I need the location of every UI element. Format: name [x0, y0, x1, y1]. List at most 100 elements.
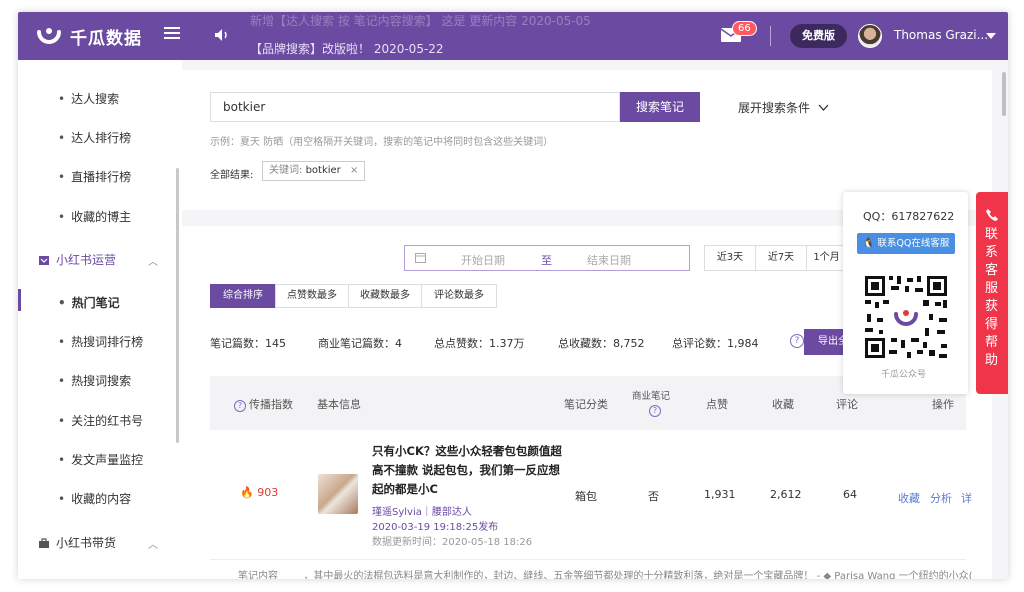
- notice-ticker[interactable]: 新增【达人搜索 按 笔记内容搜索】 这是 更新内容 2020-05-05 【品牌…: [250, 12, 591, 58]
- column-category: 笔记分类: [564, 398, 608, 411]
- qq-contact-popover: QQ：617827622 🐧 联系QQ在线客服 千瓜公众号: [843, 192, 968, 394]
- sidebar-item-followed-accounts[interactable]: 关注的红书号: [58, 412, 143, 429]
- sidebar-group-xhs-ops[interactable]: 小红书运营: [38, 251, 116, 268]
- chevron-down-icon[interactable]: [986, 33, 996, 39]
- qq-number: QQ：617827622: [863, 210, 955, 223]
- keyword-tag-value: botkier: [305, 165, 341, 176]
- stat-total-collects: 总收藏数：8,752: [558, 337, 645, 350]
- note-content-label: 笔记内容: [238, 571, 278, 579]
- notice-line: 新增【达人搜索 按 笔记内容搜索】 这是 更新内容 2020-05-05: [250, 14, 591, 28]
- sidebar: 达人搜索 达人排行榜 直播排行榜 收藏的博主 小红书运营 ︿ 热门笔记 热搜词排…: [18, 60, 182, 579]
- bag-icon: [39, 537, 49, 548]
- detail-link[interactable]: 详: [961, 490, 972, 506]
- note-category: 箱包: [575, 490, 597, 503]
- column-comments[interactable]: 评论: [836, 396, 858, 412]
- stat-total-comments: 总评论数：1,984: [672, 337, 759, 350]
- sidebar-item-saved-bloggers[interactable]: 收藏的博主: [58, 208, 131, 225]
- note-content-row: 笔记内容 ，其中最火的法棍包选料是意大利制作的，封边、缝线、五金等细节都处理的十…: [238, 567, 973, 579]
- column-commercial: 商业笔记: [632, 391, 671, 402]
- chevron-up-icon[interactable]: ︿: [148, 536, 158, 551]
- menu-toggle-icon[interactable]: [164, 27, 180, 43]
- sidebar-item-talent-search[interactable]: 达人搜索: [58, 90, 119, 107]
- quick-range-7d-button[interactable]: 近7天: [755, 245, 807, 271]
- sort-tab-most-comments[interactable]: 评论数最多: [421, 284, 497, 308]
- top-bar: 千瓜数据 新增【达人搜索 按 笔记内容搜索】 这是 更新内容 2020-05-0…: [18, 12, 1008, 60]
- qr-code-icon: [863, 274, 949, 360]
- stat-note-count: 笔记篇数：145: [210, 337, 286, 350]
- divider: [770, 26, 771, 46]
- qq-support-button[interactable]: 🐧 联系QQ在线客服: [857, 233, 955, 254]
- sidebar-item-hot-notes[interactable]: 热门笔记: [58, 294, 120, 311]
- help-icon[interactable]: ?: [234, 400, 246, 412]
- logo[interactable]: 千瓜数据: [36, 23, 142, 49]
- app-name: 千瓜数据: [70, 28, 142, 49]
- search-input[interactable]: botkier: [210, 92, 620, 122]
- quick-range-3d-button[interactable]: 近3天: [704, 245, 756, 271]
- fire-icon: 🔥: [240, 486, 254, 499]
- contact-support-tab[interactable]: 联系客服获得帮助: [976, 192, 1008, 394]
- logo-icon: [37, 28, 61, 44]
- note-publish-date: 2020-03-19 19:18:25发布: [372, 522, 499, 533]
- search-hint: 示例：夏天 防晒（用空格隔开关键词，搜索的笔记中将同时包含这些关键词）: [210, 137, 554, 148]
- stat-total-likes: 总点赞数：1.37万: [434, 337, 525, 350]
- note-comments: 64: [843, 488, 857, 501]
- chevron-down-icon: [818, 104, 829, 111]
- close-icon[interactable]: ×: [350, 165, 358, 176]
- keyword-tag: 关键词: botkier ×: [262, 161, 366, 181]
- keyword-tag-prefix: 关键词:: [269, 165, 306, 176]
- expand-filters-label: 展开搜索条件: [738, 101, 811, 115]
- mail-badge: 66: [732, 21, 757, 36]
- avatar[interactable]: [858, 24, 882, 48]
- sort-tab-most-likes[interactable]: 点赞数最多: [275, 284, 349, 308]
- expand-filters-toggle[interactable]: 展开搜索条件: [738, 99, 829, 116]
- end-date-input[interactable]: 结束日期: [587, 252, 631, 268]
- quick-range-1m-button[interactable]: 1个月: [806, 245, 846, 271]
- contact-support-label: 联系客服获得帮助: [985, 227, 999, 368]
- date-separator: 至: [541, 254, 552, 267]
- note-thumbnail[interactable]: [318, 474, 358, 514]
- column-collects[interactable]: 收藏: [772, 396, 794, 412]
- column-likes[interactable]: 点赞: [706, 396, 728, 412]
- note-content-preview: ，其中最火的法棍包选料是意大利制作的，封边、缝线、五金等细节都处理的十分精致利落…: [303, 571, 973, 579]
- app-window: 千瓜数据 新增【达人搜索 按 笔记内容搜索】 这是 更新内容 2020-05-0…: [18, 12, 1008, 579]
- notice-line: 【品牌搜索】改版啦！ 2020-05-22: [250, 42, 444, 56]
- main-scrollbar[interactable]: [1002, 72, 1006, 116]
- sort-tab-most-collects[interactable]: 收藏数最多: [348, 284, 422, 308]
- active-indicator: [18, 289, 21, 311]
- username[interactable]: Thomas Grazi...: [894, 28, 988, 42]
- sidebar-group-label: 小红书运营: [56, 253, 117, 267]
- note-collects: 2,612: [770, 488, 802, 501]
- spread-index-value: 🔥 903: [240, 486, 278, 499]
- sidebar-item-hot-keyword-search[interactable]: 热搜词搜索: [58, 372, 131, 389]
- sidebar-group-xhs-commerce[interactable]: 小红书带货: [38, 534, 116, 551]
- calendar-icon: [415, 253, 426, 263]
- search-notes-button[interactable]: 搜索笔记: [620, 92, 700, 122]
- sidebar-scrollbar[interactable]: [176, 168, 179, 443]
- start-date-input[interactable]: 开始日期: [461, 252, 505, 268]
- collect-link[interactable]: 收藏: [898, 490, 920, 506]
- sidebar-item-saved-content[interactable]: 收藏的内容: [58, 490, 131, 507]
- results-label: 全部结果:: [210, 170, 254, 181]
- sidebar-item-talent-ranking[interactable]: 达人排行榜: [58, 129, 131, 146]
- help-icon[interactable]: ?: [790, 334, 804, 348]
- analyze-link[interactable]: 分析: [930, 490, 952, 506]
- note-author[interactable]: 瑾遥Sylvia｜腰部达人: [372, 503, 472, 518]
- spread-index-number: 903: [257, 486, 279, 499]
- note-likes: 1,931: [704, 488, 736, 501]
- sidebar-item-volume-monitor[interactable]: 发文声量监控: [58, 451, 143, 468]
- help-icon[interactable]: ?: [649, 405, 661, 417]
- sidebar-item-live-ranking[interactable]: 直播排行榜: [58, 168, 131, 185]
- column-basic-info: 基本信息: [317, 398, 361, 411]
- column-label: 传播指数: [249, 398, 293, 411]
- plan-button[interactable]: 免费版: [790, 24, 847, 48]
- note-update-time: 数据更新时间：2020-05-18 18:26: [372, 537, 533, 548]
- date-range-picker[interactable]: 开始日期 至 结束日期: [404, 245, 690, 271]
- column-spread-index[interactable]: ? 传播指数: [234, 396, 293, 412]
- sidebar-group-label: 小红书带货: [56, 536, 117, 550]
- chevron-up-icon[interactable]: ︿: [148, 253, 158, 268]
- note-title[interactable]: 只有小CK？这些小众轻奢包包颜值超高不撞款 说起包包，我们第一反应想起的都是小C: [372, 442, 562, 499]
- sidebar-item-hot-keyword-ranking[interactable]: 热搜词排行榜: [58, 333, 143, 350]
- sort-tab-overall[interactable]: 综合排序: [210, 284, 276, 308]
- qr-caption: 千瓜公众号: [881, 370, 927, 380]
- qq-support-label: 联系QQ在线客服: [877, 238, 950, 249]
